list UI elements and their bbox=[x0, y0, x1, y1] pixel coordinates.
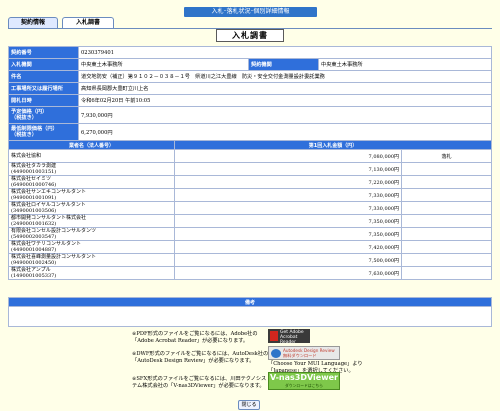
adobe-logo-icon bbox=[270, 331, 278, 341]
label-estimated-price: 予定価格（円） （税抜き） bbox=[8, 106, 79, 124]
value-estimated-price: 7,930,000円 bbox=[78, 106, 492, 124]
label-location: 工事場所又は履行場所 bbox=[8, 82, 79, 95]
bid-amount: 7,220,000円 bbox=[174, 175, 402, 189]
table-row: 株式会社セイミツ (6490001000746) 7,220,000円 bbox=[8, 175, 492, 189]
bidder-cell: 株式会社協和 bbox=[8, 149, 175, 163]
bid-amount: 7,350,000円 bbox=[174, 227, 402, 241]
bidder-cell: 有限会社コンセル設計コンサルタンツ (5490002003547) bbox=[8, 227, 175, 241]
bid-result bbox=[401, 240, 492, 254]
label-minimum-price: 最低制限価格（円） （税抜き） bbox=[8, 123, 79, 141]
bid-amount: 7,500,000円 bbox=[174, 253, 402, 267]
bidder-corp-number: (6490001000746) bbox=[11, 182, 57, 188]
table-row: 株式会社協和 7,080,000円 落札 bbox=[8, 149, 492, 163]
table-row: 都市開発コンサルタント株式会社 (2490001001632) 7,350,000円 bbox=[8, 214, 492, 228]
label-bid-agency: 入札機関 bbox=[8, 58, 79, 71]
value-contract-agency: 中央東土木事務所 bbox=[318, 58, 492, 71]
remarks-content bbox=[8, 306, 492, 327]
bid-result bbox=[401, 253, 492, 267]
table-row: 株式会社タカラ測建 (4490001003151) 7,130,000円 bbox=[8, 162, 492, 176]
bid-amount: 7,130,000円 bbox=[174, 162, 402, 176]
bid-result bbox=[401, 162, 492, 176]
bid-result bbox=[401, 266, 492, 280]
bidder-cell: 株式会社アンプル (1490001005337) bbox=[8, 266, 175, 280]
page-header: 入札･落札状況･個別詳細情報 bbox=[184, 7, 317, 17]
table-row: 株式会社アンプル (1490001005337) 7,630,000円 bbox=[8, 266, 492, 280]
vnas-badge-title: V-nas3DViewer bbox=[270, 373, 338, 382]
table-row: 株式会社ワテリコンサルタント (4490001004887) 7,420,000円 bbox=[8, 240, 492, 254]
bid-amount: 7,420,000円 bbox=[174, 240, 402, 254]
value-contract-no: 0230379401 bbox=[78, 46, 492, 59]
bid-amount: 7,330,000円 bbox=[174, 201, 402, 215]
bidder-corp-number: (5490002003547) bbox=[11, 234, 57, 240]
bid-amount: 7,080,000円 bbox=[174, 149, 402, 163]
bid-result bbox=[401, 214, 492, 228]
table-row: 株式会社喜峰測量設計コンサルタント (9490001002450) 7,500,00… bbox=[8, 253, 492, 267]
bid-result bbox=[401, 227, 492, 241]
bidder-corp-number: (4490001004887) bbox=[11, 247, 57, 253]
bidder-cell: 株式会社ロイヤルコンサルタント (3490001003506) bbox=[8, 201, 175, 215]
label-contract-agency: 契約機関 bbox=[248, 58, 319, 71]
bidder-cell: 株式会社喜峰測量設計コンサルタント (9490001002450) bbox=[8, 253, 175, 267]
label-opening-date: 開札日時 bbox=[8, 94, 79, 107]
bidder-cell: 株式会社ワテリコンサルタント (4490001004887) bbox=[8, 240, 175, 254]
label-contract-no: 契約番号 bbox=[8, 46, 79, 59]
bidder-name: 株式会社協和 bbox=[11, 153, 42, 159]
remarks-table: 備考 bbox=[8, 297, 492, 327]
bid-amount: 7,350,000円 bbox=[174, 214, 402, 228]
adobe-badge-text: Get Adobe Acrobat Reader bbox=[280, 330, 304, 345]
close-button[interactable]: 閉じる bbox=[238, 400, 260, 410]
bidder-cell: 株式会社タカラ測建 (4490001003151) bbox=[8, 162, 175, 176]
bidder-cell: 株式会社セイミツ (6490001000746) bbox=[8, 175, 175, 189]
remarks-header: 備考 bbox=[8, 297, 492, 307]
contract-info-table: 契約番号 0230379401 入札機関 中央東土木事務所 契約機関 中央東土木… bbox=[8, 46, 492, 141]
bidder-cell: 株式会社サンエキコンサルタント (9490001001091) bbox=[8, 188, 175, 202]
bid-result bbox=[401, 175, 492, 189]
vnas-3dviewer-download-badge[interactable]: V-nas3DViewer ダウンロードはこちら bbox=[268, 372, 340, 390]
label-subject: 件名 bbox=[8, 70, 79, 83]
column-header-amount: 第1回入札金額（円） bbox=[174, 140, 492, 150]
bid-result: 落札 bbox=[401, 149, 492, 163]
value-subject: 道交地防安（補正）第９１０２－０３８－１号 県道川之江大豊線 防災・安全交付金測… bbox=[78, 70, 492, 83]
bidder-corp-number: (9490001001091) bbox=[11, 195, 57, 201]
bid-amount: 7,330,000円 bbox=[174, 188, 402, 202]
bid-result bbox=[401, 188, 492, 202]
table-row: 有限会社コンセル設計コンサルタンツ (5490002003547) 7,350,00… bbox=[8, 227, 492, 241]
bidder-corp-number: (9490001002450) bbox=[11, 260, 57, 266]
value-opening-date: 令和6年02月20日 午前10:05 bbox=[78, 94, 492, 107]
value-minimum-price: 6,270,000円 bbox=[78, 123, 492, 141]
pdf-note: ※PDF形式のファイルをご覧になるには、Adobe社の 「Adobe Acrob… bbox=[132, 331, 258, 344]
bid-result bbox=[401, 201, 492, 215]
autodesk-logo-icon bbox=[271, 349, 281, 358]
value-location: 高知県長岡郡大豊町立川上名 bbox=[78, 82, 492, 95]
bid-results-table: 業者名（法人番号） 第1回入札金額（円） 株式会社協和 7,080,000円 落札株… bbox=[8, 140, 492, 280]
table-row: 株式会社サンエキコンサルタント (9490001001091) 7,330,000円 bbox=[8, 188, 492, 202]
autodesk-design-review-download-badge[interactable]: Autodesk Design Review 無料ダウンロード bbox=[268, 346, 340, 360]
sfx-note: ※SFX形式のファイルをご覧になるには、川田テクノシス テム株式会社の「V-na… bbox=[132, 376, 267, 389]
table-row: 株式会社ロイヤルコンサルタント (3490001003506) 7,330,000円 bbox=[8, 201, 492, 215]
page-title: 入札調書 bbox=[216, 29, 284, 42]
bidder-corp-number: (1490001005337) bbox=[11, 273, 57, 279]
column-header-bidder: 業者名（法人番号） bbox=[8, 140, 175, 150]
bid-amount: 7,630,000円 bbox=[174, 266, 402, 280]
vnas-badge-subtitle: ダウンロードはこちら bbox=[285, 383, 323, 388]
value-bid-agency: 中央東土木事務所 bbox=[78, 58, 249, 71]
bidder-cell: 都市開発コンサルタント株式会社 (2490001001632) bbox=[8, 214, 175, 228]
adr-badge-text: Autodesk Design Review 無料ダウンロード bbox=[283, 348, 335, 358]
bidder-corp-number: (4490001003151) bbox=[11, 169, 57, 175]
dwf-note: ※DWF形式のファイルをご覧になるには、AutoDesk社の 「AutoDesk… bbox=[132, 351, 269, 364]
bidder-corp-number: (2490001001632) bbox=[11, 221, 57, 227]
adobe-reader-download-badge[interactable]: Get Adobe Acrobat Reader bbox=[268, 329, 310, 345]
bidder-corp-number: (3490001003506) bbox=[11, 208, 57, 214]
